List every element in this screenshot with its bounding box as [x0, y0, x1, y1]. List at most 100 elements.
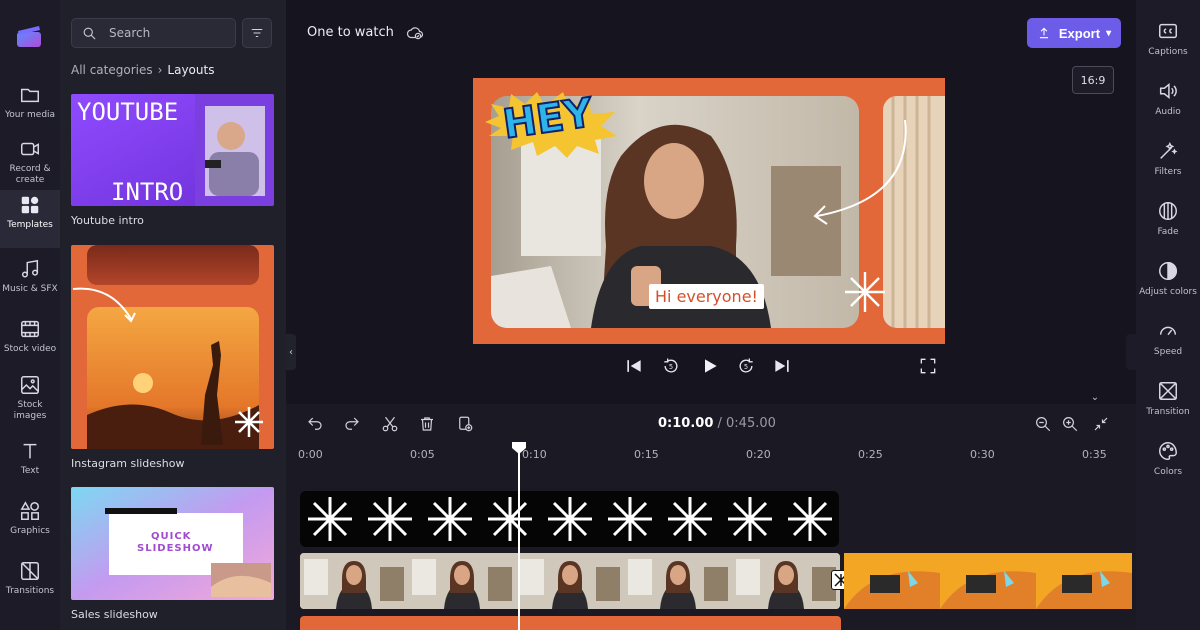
- zoom-in-icon: [1063, 417, 1078, 432]
- add-clip-icon: [459, 416, 473, 432]
- rr-label: Adjust colors: [1139, 287, 1197, 297]
- rail-stock-images[interactable]: Stock images: [0, 370, 60, 428]
- undo-icon: [308, 417, 322, 430]
- rail-stock-video[interactable]: Stock video: [0, 314, 60, 372]
- breadcrumb-parent[interactable]: All categories: [71, 63, 153, 77]
- rr-audio[interactable]: Audio: [1136, 78, 1200, 134]
- filter-button[interactable]: [242, 18, 272, 48]
- chevron-down-icon: ▾: [1106, 27, 1112, 39]
- filter-icon: [251, 29, 263, 37]
- play-icon: [705, 359, 717, 373]
- skip-forward-button[interactable]: [772, 356, 792, 376]
- collapse-arrows-icon: [1094, 417, 1108, 431]
- video-track-clip-1[interactable]: [300, 553, 840, 609]
- text-icon: [23, 443, 37, 459]
- rewind-5-icon: 5: [664, 358, 678, 373]
- rail-transitions[interactable]: Transitions: [0, 556, 60, 614]
- rail-text[interactable]: Text: [0, 436, 60, 494]
- chevron-left-icon: ‹: [289, 346, 293, 358]
- timeline: 0:10.00 / 0:45.00 0:00 0:05 0:10 0:15 0:…: [286, 404, 1136, 630]
- template-youtube-intro-thumb[interactable]: YOUTUBE INTRO: [71, 94, 274, 206]
- clipchamp-logo: [17, 26, 41, 47]
- rr-label: Colors: [1153, 467, 1183, 477]
- rewind-5-button[interactable]: 5: [661, 356, 681, 376]
- rr-filters[interactable]: Filters: [1136, 138, 1200, 194]
- background-track-clip[interactable]: [300, 616, 841, 630]
- search-box[interactable]: [71, 18, 236, 48]
- add-media-button[interactable]: [456, 415, 476, 435]
- rail-your-media[interactable]: Your media: [0, 80, 60, 138]
- thumb-text-2: SLIDESHOW: [137, 543, 214, 554]
- timecode: 0:10.00 / 0:45.00: [658, 416, 776, 431]
- instagram-slideshow-preview: [71, 245, 274, 449]
- ruler-tick: 0:30: [970, 448, 995, 461]
- zoom-in-button[interactable]: [1061, 415, 1081, 435]
- ruler-tick: 0:25: [858, 448, 883, 461]
- template-label[interactable]: Instagram slideshow: [71, 457, 184, 470]
- fullscreen-icon: [920, 358, 936, 374]
- caption-text[interactable]: Hi everyone!: [649, 284, 764, 309]
- forward-5-button[interactable]: 5: [736, 356, 756, 376]
- playhead-handle[interactable]: [512, 442, 526, 454]
- search-input[interactable]: [109, 26, 229, 40]
- rail-label: Music & SFX: [2, 284, 58, 294]
- rr-colors[interactable]: Colors: [1136, 438, 1200, 494]
- rr-label: Transition: [1146, 407, 1190, 417]
- rr-speed[interactable]: Speed: [1136, 318, 1200, 374]
- export-button[interactable]: Export ▾: [1027, 18, 1121, 48]
- trash-icon: [421, 417, 433, 431]
- undo-button[interactable]: [306, 415, 326, 435]
- skip-back-button[interactable]: [624, 356, 644, 376]
- chevron-right-icon: ›: [157, 63, 163, 77]
- template-label[interactable]: Youtube intro: [71, 214, 144, 227]
- rr-transition[interactable]: Transition: [1136, 378, 1200, 434]
- collapse-left-panel-handle[interactable]: ‹: [286, 334, 296, 370]
- collapse-right-panel-handle[interactable]: [1126, 334, 1136, 370]
- template-sales-slideshow-thumb[interactable]: QUICK SLIDESHOW: [71, 487, 274, 600]
- playhead[interactable]: [518, 442, 520, 630]
- captions-icon: [1159, 23, 1177, 39]
- video-track-clip-2[interactable]: [844, 553, 1132, 609]
- video-filmstrip: [300, 553, 840, 609]
- left-nav-rail: Your media Record & create Templates Mus…: [0, 0, 60, 630]
- breadcrumb-current: Layouts: [167, 63, 215, 77]
- delete-button[interactable]: [418, 415, 438, 435]
- rr-label: Audio: [1155, 107, 1181, 117]
- transition-icon: [21, 562, 39, 580]
- template-label[interactable]: Sales slideshow: [71, 608, 158, 621]
- rail-graphics[interactable]: Graphics: [0, 496, 60, 554]
- filters-icon: [1160, 142, 1178, 159]
- rail-templates[interactable]: Templates: [0, 190, 60, 248]
- skip-back-icon: [627, 360, 641, 372]
- template-instagram-slideshow-thumb[interactable]: [71, 245, 274, 449]
- export-label: Export: [1058, 25, 1101, 41]
- preview-canvas[interactable]: HEY Hi everyone!: [473, 78, 945, 344]
- palette-icon: [1159, 442, 1177, 460]
- project-title[interactable]: One to watch: [307, 25, 394, 40]
- sticker-track-clip[interactable]: [300, 491, 839, 547]
- rr-label: Speed: [1153, 347, 1183, 357]
- timeline-ruler[interactable]: 0:00 0:05 0:10 0:15 0:20 0:25 0:30 0:35: [286, 444, 1136, 472]
- play-button[interactable]: [700, 356, 720, 376]
- right-properties-rail: Captions Audio Filters Fade Adjust color…: [1136, 0, 1200, 630]
- breadcrumb: All categories › Layouts: [71, 63, 214, 77]
- rail-record-create[interactable]: Record & create: [0, 134, 60, 192]
- templates-panel: All categories › Layouts YOUTUBE INTRO You…: [60, 0, 286, 630]
- rail-label: Transitions: [5, 586, 55, 596]
- zoom-out-icon: [1036, 417, 1051, 432]
- rr-fade[interactable]: Fade: [1136, 198, 1200, 254]
- time-separator: /: [713, 416, 727, 431]
- redo-button[interactable]: [343, 415, 363, 435]
- total-time: 0:45.00: [726, 416, 776, 431]
- split-button[interactable]: [381, 415, 401, 435]
- aspect-ratio-button[interactable]: 16:9: [1072, 66, 1114, 94]
- rr-label: Captions: [1148, 47, 1188, 57]
- rail-music-sfx[interactable]: Music & SFX: [0, 254, 60, 312]
- fit-timeline-button[interactable]: [1092, 415, 1112, 435]
- cloud-sync-icon[interactable]: [406, 24, 424, 42]
- rr-adjust-colors[interactable]: Adjust colors: [1136, 258, 1200, 314]
- rr-captions[interactable]: Captions: [1136, 18, 1200, 74]
- video-filmstrip-2: [844, 553, 1132, 609]
- zoom-out-button[interactable]: [1034, 415, 1054, 435]
- fullscreen-button[interactable]: [918, 356, 938, 376]
